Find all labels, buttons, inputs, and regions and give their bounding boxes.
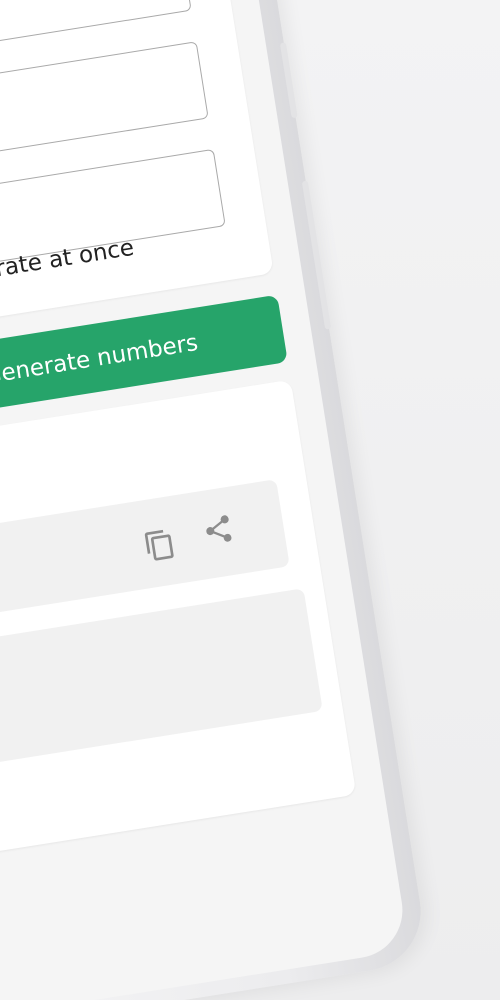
promo-scene: Generate all numbers to generate at once…	[0, 0, 500, 1000]
max-value-field[interactable]	[0, 41, 209, 166]
copy-icon	[144, 529, 174, 561]
results-card	[0, 379, 357, 861]
result-list-area	[0, 588, 323, 768]
phone-mockup: Generate all numbers to generate at once…	[0, 0, 430, 1000]
share-button[interactable]	[196, 508, 239, 551]
copy-button[interactable]	[138, 523, 181, 566]
share-icon	[206, 515, 232, 542]
settings-card: Generate all numbers to generate at once	[0, 0, 274, 339]
